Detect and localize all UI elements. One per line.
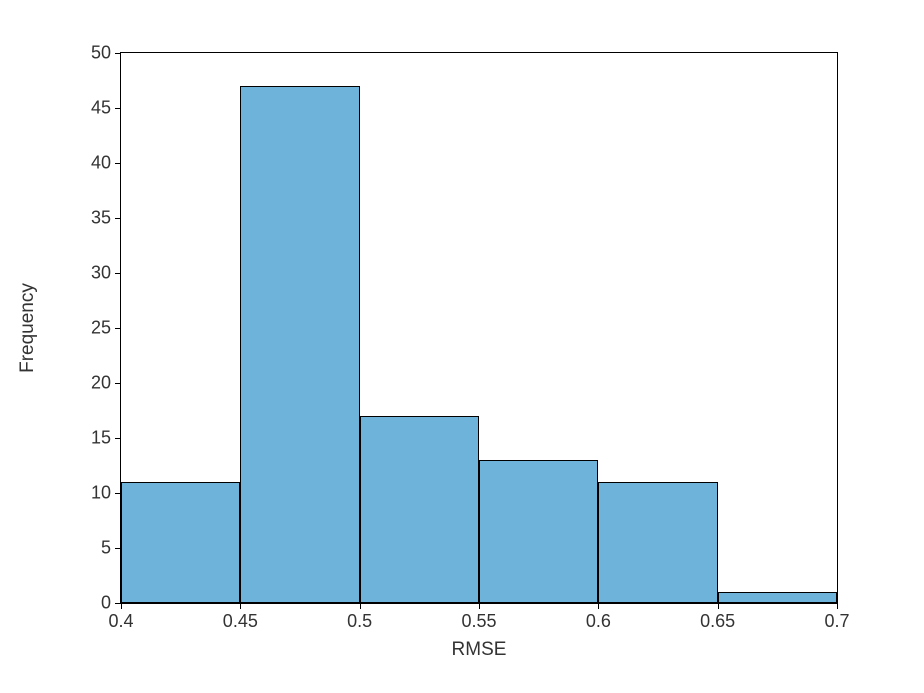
plot-area: Frequency RMSE 05101520253035404550 0.40… bbox=[120, 52, 838, 604]
x-tick-label: 0.7 bbox=[824, 611, 849, 632]
y-tick-mark bbox=[115, 328, 121, 329]
x-tick-mark bbox=[718, 603, 719, 609]
histogram-chart: Frequency RMSE 05101520253035404550 0.40… bbox=[0, 0, 924, 693]
histogram-bar bbox=[240, 86, 359, 603]
x-tick-mark bbox=[598, 603, 599, 609]
x-tick-mark bbox=[479, 603, 480, 609]
x-tick-mark bbox=[837, 603, 838, 609]
histogram-bar bbox=[121, 482, 240, 603]
y-tick-label: 25 bbox=[91, 318, 111, 339]
x-tick-label: 0.45 bbox=[223, 611, 258, 632]
y-tick-label: 35 bbox=[91, 208, 111, 229]
x-tick-mark bbox=[121, 603, 122, 609]
y-tick-label: 5 bbox=[101, 538, 111, 559]
x-tick-label: 0.5 bbox=[347, 611, 372, 632]
x-tick-mark bbox=[240, 603, 241, 609]
y-tick-label: 40 bbox=[91, 153, 111, 174]
x-tick-label: 0.6 bbox=[586, 611, 611, 632]
x-axis-label: RMSE bbox=[452, 639, 507, 661]
y-tick-label: 50 bbox=[91, 43, 111, 64]
y-tick-label: 30 bbox=[91, 263, 111, 284]
y-tick-label: 45 bbox=[91, 98, 111, 119]
y-tick-mark bbox=[115, 108, 121, 109]
y-tick-mark bbox=[115, 273, 121, 274]
histogram-bar bbox=[718, 592, 837, 603]
y-tick-label: 10 bbox=[91, 483, 111, 504]
y-tick-label: 15 bbox=[91, 428, 111, 449]
x-tick-label: 0.55 bbox=[461, 611, 496, 632]
histogram-bar bbox=[598, 482, 717, 603]
y-axis-label: Frequency bbox=[17, 283, 39, 373]
y-tick-mark bbox=[115, 383, 121, 384]
histogram-bar bbox=[360, 416, 479, 603]
histogram-bar bbox=[479, 460, 598, 603]
y-tick-mark bbox=[115, 438, 121, 439]
y-tick-mark bbox=[115, 218, 121, 219]
x-tick-label: 0.4 bbox=[108, 611, 133, 632]
y-tick-mark bbox=[115, 163, 121, 164]
y-tick-mark bbox=[115, 53, 121, 54]
x-tick-mark bbox=[360, 603, 361, 609]
x-tick-label: 0.65 bbox=[700, 611, 735, 632]
y-tick-label: 20 bbox=[91, 373, 111, 394]
